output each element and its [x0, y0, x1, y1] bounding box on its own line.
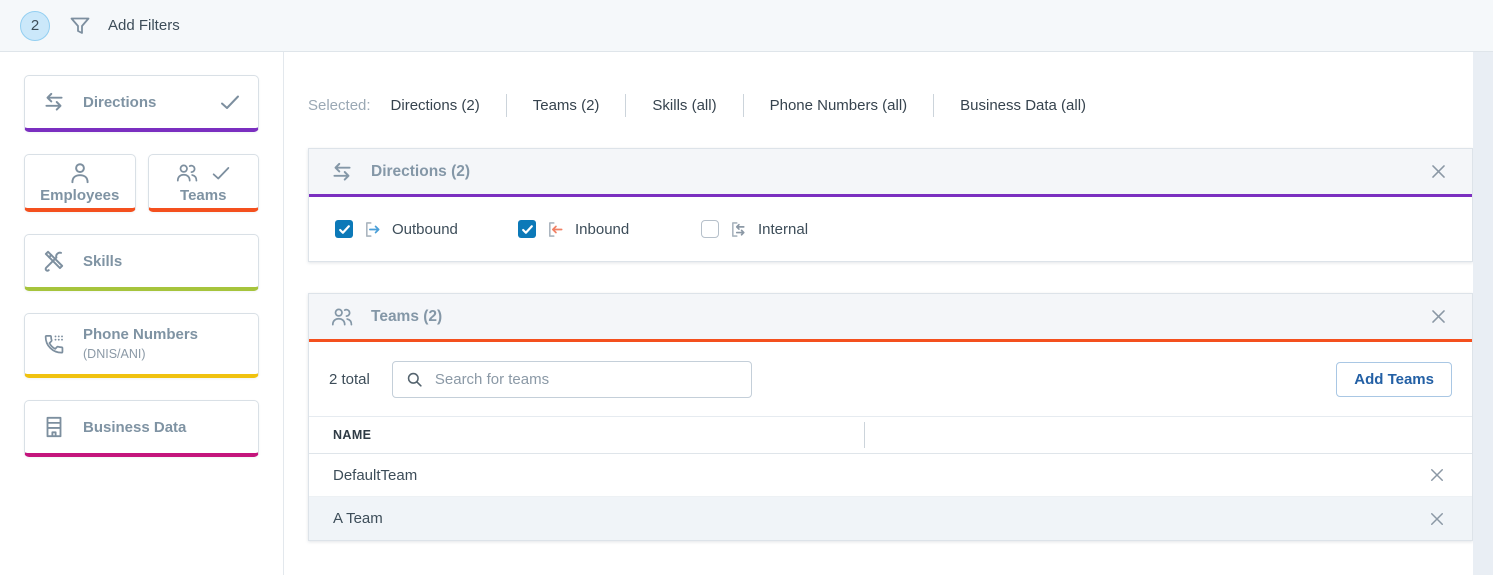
- table-row: A Team: [309, 497, 1472, 540]
- person-icon: [67, 160, 93, 186]
- sidebar-item-label: Directions: [83, 94, 156, 111]
- sidebar-item-directions[interactable]: Directions: [24, 75, 259, 132]
- summary-item-phone-numbers: Phone Numbers (all): [743, 94, 934, 117]
- building-icon: [41, 414, 67, 440]
- filter-category-sidebar: Directions Employees: [0, 52, 284, 575]
- direction-option-label: Inbound: [575, 221, 629, 238]
- close-icon[interactable]: [1425, 158, 1452, 185]
- add-filters-button[interactable]: Add Filters: [68, 14, 180, 38]
- scroll-gutter[interactable]: [1473, 52, 1493, 575]
- direction-option-inbound: Inbound: [518, 219, 701, 240]
- sidebar-item-employees[interactable]: Employees: [24, 154, 136, 212]
- teams-table: NAME DefaultTeam A Team: [309, 416, 1472, 540]
- direction-option-label: Outbound: [392, 221, 458, 238]
- group-icon: [329, 304, 355, 330]
- remove-team-icon[interactable]: [1424, 462, 1450, 488]
- summary-item-directions: Directions (2): [391, 94, 506, 117]
- directions-panel-header: Directions (2): [309, 149, 1472, 197]
- selected-summary: Selected: Directions (2) Teams (2) Skill…: [308, 94, 1473, 117]
- selected-check-icon: [210, 162, 232, 184]
- tools-icon: [41, 248, 67, 274]
- column-divider: [864, 422, 865, 448]
- group-icon: [174, 160, 200, 186]
- sidebar-item-business-data[interactable]: Business Data: [24, 400, 259, 457]
- panel-title: Directions (2): [371, 163, 470, 181]
- add-teams-button[interactable]: Add Teams: [1336, 362, 1452, 397]
- swap-arrows-icon: [329, 159, 355, 185]
- teams-search-input[interactable]: [433, 370, 739, 389]
- selected-summary-label: Selected:: [308, 97, 371, 114]
- sidebar-item-label: Skills: [83, 253, 122, 270]
- add-filters-label: Add Filters: [108, 17, 180, 34]
- sidebar-item-label: Phone Numbers: [83, 326, 198, 345]
- remove-team-icon[interactable]: [1424, 506, 1450, 532]
- teams-toolbar: 2 total Add Teams: [309, 342, 1472, 416]
- summary-item-teams: Teams (2): [506, 94, 626, 117]
- summary-item-business-data: Business Data (all): [933, 94, 1112, 117]
- inbound-arrow-icon: [545, 219, 566, 240]
- internal-checkbox[interactable]: [701, 220, 719, 238]
- sidebar-item-label: Business Data: [83, 419, 186, 436]
- filters-main-area: Selected: Directions (2) Teams (2) Skill…: [284, 52, 1473, 575]
- filter-count-badge: 2: [20, 11, 50, 41]
- sidebar-item-phone-numbers[interactable]: Phone Numbers (DNIS/ANI): [24, 313, 259, 378]
- column-header-name: NAME: [309, 428, 864, 442]
- sidebar-item-sublabel: (DNIS/ANI): [83, 347, 198, 363]
- search-icon: [405, 370, 424, 389]
- sidebar-item-label: Employees: [40, 187, 119, 204]
- teams-total-count: 2 total: [329, 371, 370, 388]
- directions-options: Outbound Inbound: [309, 197, 1472, 261]
- directions-panel: Directions (2): [308, 148, 1473, 262]
- teams-panel: Teams (2) 2 total: [308, 293, 1473, 541]
- selected-check-icon: [218, 90, 242, 114]
- teams-panel-header: Teams (2): [309, 294, 1472, 342]
- teams-search-box: [392, 361, 752, 398]
- teams-table-header: NAME: [309, 417, 1472, 454]
- direction-option-outbound: Outbound: [335, 219, 518, 240]
- internal-arrows-icon: [728, 219, 749, 240]
- panel-title: Teams (2): [371, 308, 442, 326]
- funnel-icon: [68, 14, 92, 38]
- direction-option-internal: Internal: [701, 219, 884, 240]
- team-name: DefaultTeam: [333, 467, 417, 484]
- sidebar-item-skills[interactable]: Skills: [24, 234, 259, 291]
- sidebar-item-label: Teams: [180, 187, 226, 204]
- swap-arrows-icon: [41, 89, 67, 115]
- inbound-checkbox[interactable]: [518, 220, 536, 238]
- table-row: DefaultTeam: [309, 454, 1472, 497]
- outbound-checkbox[interactable]: [335, 220, 353, 238]
- filter-topbar: 2 Add Filters: [0, 0, 1493, 52]
- outbound-arrow-icon: [362, 219, 383, 240]
- sidebar-item-teams[interactable]: Teams: [148, 154, 260, 212]
- team-name: A Team: [333, 510, 383, 527]
- direction-option-label: Internal: [758, 221, 808, 238]
- close-icon[interactable]: [1425, 303, 1452, 330]
- phone-keypad-icon: [41, 331, 67, 357]
- summary-item-skills: Skills (all): [625, 94, 742, 117]
